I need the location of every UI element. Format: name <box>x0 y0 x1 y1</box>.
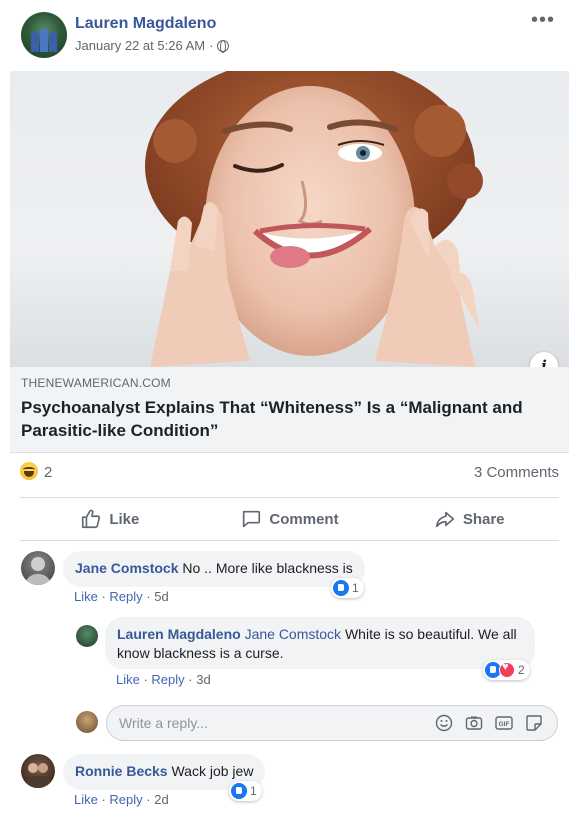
like-reaction-icon <box>333 580 349 596</box>
comment-reaction-count: 1 <box>250 784 257 798</box>
gif-icon[interactable]: GIF <box>495 714 513 732</box>
reply-mention[interactable]: Jane Comstock <box>245 626 341 642</box>
comment-text: Wack job jew <box>171 763 254 779</box>
emoji-icon[interactable] <box>435 714 453 732</box>
reply-author-avatar[interactable] <box>76 625 98 647</box>
thumbs-up-icon <box>82 509 101 529</box>
comment-reactions[interactable]: 1 <box>229 781 262 801</box>
comment-like-link[interactable]: Like <box>74 589 98 604</box>
reactions-summary: 2 3 Comments <box>20 460 559 488</box>
sticker-icon[interactable] <box>525 714 543 732</box>
comments-count[interactable]: 3 Comments <box>474 464 559 481</box>
woman-winking-photo <box>145 71 483 367</box>
reply-input[interactable]: Write a reply... GIF <box>106 705 558 741</box>
link-title[interactable]: Psychoanalyst Explains That “Whiteness” … <box>21 396 558 442</box>
commenter-avatar[interactable] <box>21 551 55 585</box>
reply-bubble: Lauren Magdaleno Jane Comstock White is … <box>105 617 535 669</box>
like-button[interactable]: Like <box>20 498 200 540</box>
love-reaction-icon <box>499 661 515 678</box>
post-timestamp[interactable]: January 22 at 5:26 AM <box>75 38 205 53</box>
reaction-count[interactable]: 2 <box>44 464 52 481</box>
comment-actions: Like · Reply · 2d <box>74 792 169 807</box>
like-reaction-icon <box>231 783 247 799</box>
comment-bubble: Jane Comstock No .. More like blackness … <box>63 551 365 587</box>
like-label: Like <box>109 510 140 528</box>
reply-like-link[interactable]: Like <box>116 672 140 687</box>
comment-time[interactable]: 2d <box>154 792 168 807</box>
comment-reaction-count: 1 <box>352 581 359 595</box>
avatar-photo <box>24 763 52 788</box>
reply-author[interactable]: Lauren Magdaleno <box>117 626 241 642</box>
avatar-figure <box>31 32 39 52</box>
meta-separator: · <box>209 38 214 53</box>
link-preview-image[interactable]: i <box>10 71 569 367</box>
reply-input-tools: GIF <box>435 714 543 732</box>
post-header: Lauren Magdaleno January 22 at 5:26 AM ·… <box>0 0 569 70</box>
comment-time[interactable]: 5d <box>154 589 168 604</box>
post-action-bar: Like Comment Share <box>20 497 559 541</box>
reply-reaction-count: 2 <box>518 663 525 677</box>
comment-reply-link[interactable]: Reply <box>109 589 142 604</box>
avatar-silhouette <box>26 557 50 585</box>
link-domain: THENEWAMERICAN.COM <box>21 376 171 390</box>
post-meta: January 22 at 5:26 AM · <box>75 38 230 53</box>
reply-placeholder: Write a reply... <box>119 715 208 731</box>
comment-reply-link[interactable]: Reply <box>109 792 142 807</box>
comment-button[interactable]: Comment <box>200 498 380 540</box>
avatar-figure <box>49 32 57 52</box>
haha-reaction-icon[interactable] <box>20 462 38 480</box>
svg-text:GIF: GIF <box>499 721 510 728</box>
comment-author[interactable]: Ronnie Becks <box>75 763 168 779</box>
avatar-figure <box>40 29 48 52</box>
comment-like-link[interactable]: Like <box>74 792 98 807</box>
post-author-name[interactable]: Lauren Magdaleno <box>75 15 216 33</box>
reply-reactions[interactable]: 2 <box>483 660 530 680</box>
commenter-avatar[interactable] <box>21 754 55 788</box>
more-options-icon[interactable]: ••• <box>531 10 555 30</box>
comment-label: Comment <box>269 510 339 528</box>
speech-bubble-icon <box>243 510 261 528</box>
comment-author[interactable]: Jane Comstock <box>75 560 178 576</box>
camera-icon[interactable] <box>465 714 483 732</box>
reply-actions: Like · Reply · 3d <box>116 672 211 687</box>
comment-actions: Like · Reply · 5d <box>74 589 169 604</box>
link-preview-body[interactable]: THENEWAMERICAN.COM Psychoanalyst Explain… <box>10 367 569 453</box>
share-label: Share <box>462 510 505 528</box>
share-button[interactable]: Share <box>379 498 559 540</box>
reply-reply-link[interactable]: Reply <box>151 672 184 687</box>
author-avatar[interactable] <box>21 12 67 58</box>
reply-time[interactable]: 3d <box>196 672 210 687</box>
link-preview-card[interactable]: i THENEWAMERICAN.COM Psychoanalyst Expla… <box>10 71 569 453</box>
share-arrow-icon <box>435 511 454 528</box>
comment-reactions[interactable]: 1 <box>331 578 364 598</box>
comment-text: No .. More like blackness is <box>182 560 353 576</box>
globe-icon[interactable] <box>217 39 230 53</box>
current-user-avatar <box>76 711 98 733</box>
